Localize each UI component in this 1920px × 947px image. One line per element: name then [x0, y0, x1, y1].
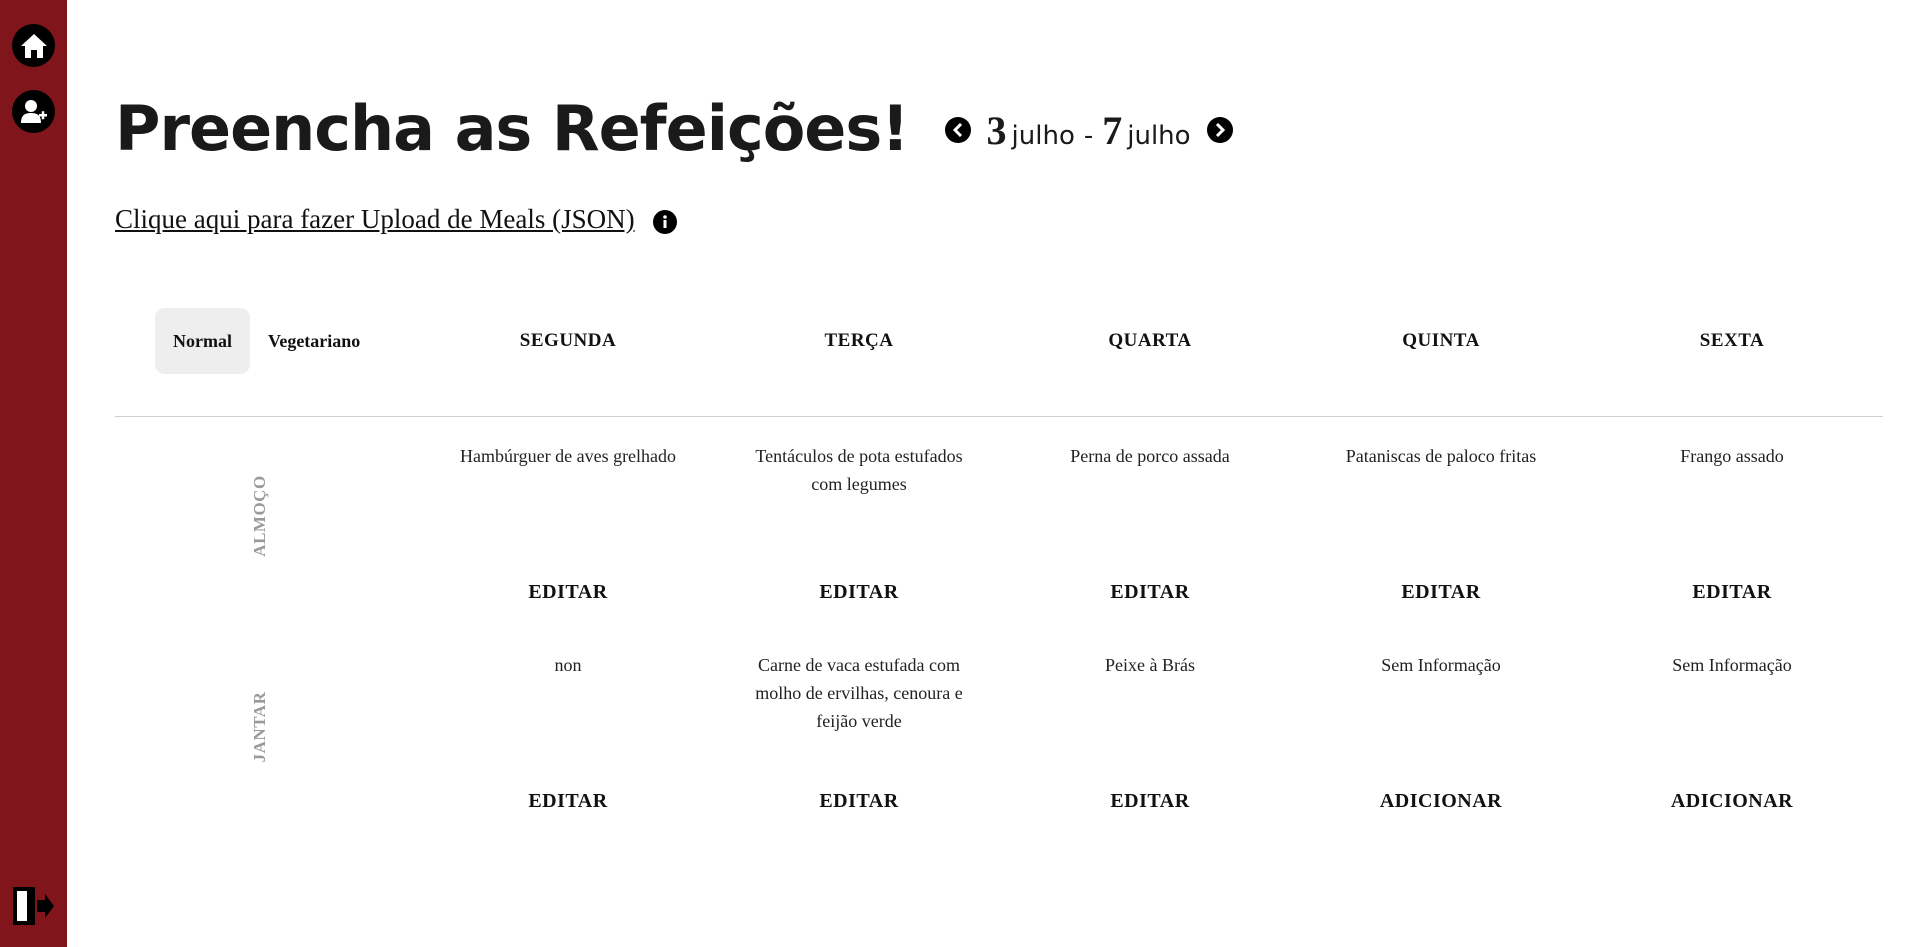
day-header-segunda: SEGUNDA [519, 330, 617, 351]
upload-row: Clique aqui para fazer Upload de Meals (… [115, 204, 677, 235]
home-icon [20, 33, 47, 58]
day-header-terca: TERÇA [824, 330, 894, 351]
page-title: Preencha as Refeições! [115, 91, 910, 165]
add-button-jantar-quinta[interactable]: ADICIONAR [1321, 790, 1561, 813]
week-start-month: julho [1011, 120, 1075, 151]
edit-button-jantar-quarta[interactable]: EDITAR [1030, 790, 1270, 813]
main-content: Preencha as Refeições! 3 julho - 7 julho [115, 0, 1920, 947]
previous-week-button[interactable] [944, 117, 971, 143]
menu-type-toggle: Normal Vegetariano [155, 308, 378, 374]
logout-button[interactable] [10, 883, 56, 929]
dish-jantar-quinta: Sem Informação [1381, 655, 1501, 675]
dish-almoco-quarta: Perna de porco assada [1070, 446, 1230, 466]
edit-button-jantar-segunda[interactable]: EDITAR [448, 790, 688, 813]
week-navigator: 3 julho - 7 julho [944, 107, 1233, 154]
week-start-day: 3 [986, 107, 1007, 153]
week-end-month: julho [1127, 120, 1191, 151]
day-header-sexta: SEXTA [1699, 330, 1765, 351]
week-separator: - [1083, 120, 1094, 151]
header-row: Preencha as Refeições! 3 julho - 7 julho [115, 88, 1233, 168]
dish-jantar-quarta: Peixe à Brás [1105, 655, 1195, 675]
dish-almoco-sexta: Frango assado [1680, 446, 1784, 466]
edit-button-jantar-terca[interactable]: EDITAR [739, 790, 979, 813]
sidebar [0, 0, 67, 947]
header-divider [115, 416, 1883, 417]
home-button[interactable] [12, 24, 55, 67]
user-plus-icon [20, 99, 47, 123]
add-button-jantar-sexta[interactable]: ADICIONAR [1612, 790, 1852, 813]
week-end-day: 7 [1102, 107, 1123, 153]
dish-almoco-terca: Tentáculos de pota estufados com legumes [755, 446, 963, 494]
day-header-quinta: QUINTA [1402, 330, 1480, 351]
edit-button-almoco-quinta[interactable]: EDITAR [1321, 581, 1561, 604]
dish-jantar-terca: Carne de vaca estufada com molho de ervi… [755, 655, 963, 731]
meal-label-jantar: JANTAR [250, 691, 269, 763]
next-week-button[interactable] [1206, 117, 1233, 143]
dish-jantar-segunda: non [554, 655, 582, 675]
edit-button-almoco-segunda[interactable]: EDITAR [448, 581, 688, 604]
edit-button-almoco-quarta[interactable]: EDITAR [1030, 581, 1270, 604]
upload-meals-link[interactable]: Clique aqui para fazer Upload de Meals (… [115, 204, 635, 235]
logout-icon [13, 887, 54, 925]
info-icon[interactable] [652, 209, 677, 234]
chevron-right-icon [1215, 123, 1225, 137]
add-user-button[interactable] [12, 90, 55, 133]
dish-almoco-quinta: Pataniscas de paloco fritas [1345, 446, 1537, 466]
edit-button-almoco-terca[interactable]: EDITAR [739, 581, 979, 604]
toggle-normal[interactable]: Normal [155, 308, 250, 374]
meal-label-almoco: ALMOÇO [250, 475, 269, 557]
day-header-quarta: QUARTA [1108, 330, 1192, 351]
edit-button-almoco-sexta[interactable]: EDITAR [1612, 581, 1852, 604]
dish-jantar-sexta: Sem Informação [1672, 655, 1792, 675]
toggle-vegetariano[interactable]: Vegetariano [250, 308, 378, 374]
dish-almoco-segunda: Hambúrguer de aves grelhado [459, 446, 677, 466]
week-date-range: 3 julho - 7 julho [987, 107, 1191, 154]
chevron-left-icon [952, 123, 962, 137]
